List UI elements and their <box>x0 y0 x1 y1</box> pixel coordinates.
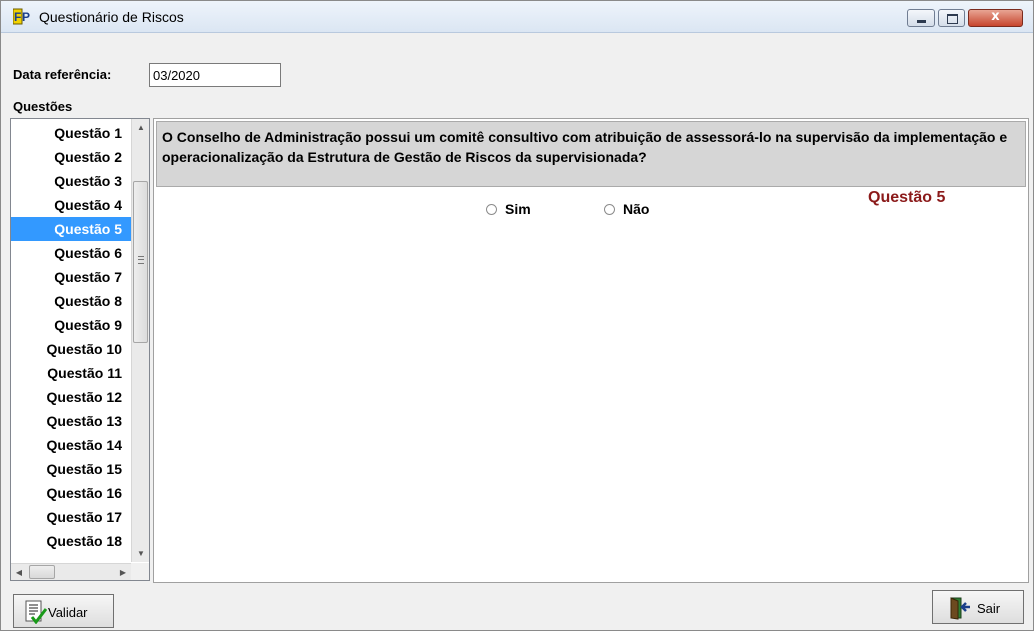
list-item[interactable]: Questão 3 <box>11 169 131 193</box>
date-reference-label: Data referência: <box>13 67 112 82</box>
scroll-right-icon[interactable]: ▶ <box>115 564 131 580</box>
maximize-icon <box>947 14 958 24</box>
close-button[interactable]: x <box>968 9 1023 27</box>
list-item[interactable]: Questão 13 <box>11 409 131 433</box>
scroll-left-icon[interactable]: ◀ <box>11 564 27 580</box>
questions-label: Questões <box>13 99 73 114</box>
minimize-icon <box>917 20 926 23</box>
question-number-label: Questão 5 <box>868 189 946 206</box>
window-title: Questionário de Riscos <box>39 9 184 25</box>
list-item[interactable]: Questão 18 <box>11 529 131 553</box>
list-item[interactable]: Questão 11 <box>11 361 131 385</box>
questionnaire-window: F P Questionário de Riscos x Data referê… <box>0 0 1034 631</box>
list-item[interactable]: Questão 6 <box>11 241 131 265</box>
vertical-scroll-thumb[interactable] <box>133 181 148 343</box>
list-item[interactable]: Questão 4 <box>11 193 131 217</box>
exit-label: Sair <box>977 601 1001 616</box>
list-item[interactable]: Questão 2 <box>11 145 131 169</box>
radio-nao-circle[interactable] <box>604 204 615 215</box>
questions-listbox[interactable]: Questão 1 Questão 2 Questão 3 Questão 4 … <box>10 118 150 581</box>
list-item[interactable]: Questão 17 <box>11 505 131 529</box>
radio-sim-label: Sim <box>505 201 531 217</box>
list-item-selected[interactable]: Questão 5 <box>11 217 131 241</box>
radio-sim-circle[interactable] <box>486 204 497 215</box>
svg-text:P: P <box>22 10 30 24</box>
vertical-scrollbar[interactable]: ▲ ▼ <box>131 119 149 562</box>
validate-label: Validar <box>48 605 88 620</box>
checklist-icon <box>25 600 47 624</box>
list-item[interactable]: Questão 7 <box>11 265 131 289</box>
radio-nao-label: Não <box>623 201 650 217</box>
validate-button[interactable]: Validar <box>13 594 114 628</box>
question-text: O Conselho de Administração possui um co… <box>162 129 1008 165</box>
minimize-button[interactable] <box>907 9 935 27</box>
scroll-up-icon[interactable]: ▲ <box>132 119 149 136</box>
scrollbar-corner <box>131 563 149 580</box>
questions-list: Questão 1 Questão 2 Questão 3 Questão 4 … <box>11 121 131 553</box>
svg-text:F: F <box>14 10 21 24</box>
list-item[interactable]: Questão 14 <box>11 433 131 457</box>
close-icon: x <box>991 9 1000 24</box>
horizontal-scrollbar[interactable]: ◀ ▶ <box>11 563 131 580</box>
scroll-down-icon[interactable]: ▼ <box>132 545 149 562</box>
date-reference-input[interactable] <box>149 63 281 87</box>
title-bar: F P Questionário de Riscos x <box>1 1 1033 33</box>
list-item[interactable]: Questão 1 <box>11 121 131 145</box>
question-panel: O Conselho de Administração possui um co… <box>153 118 1029 583</box>
list-item[interactable]: Questão 16 <box>11 481 131 505</box>
exit-button[interactable]: Sair <box>932 590 1024 624</box>
list-item[interactable]: Questão 9 <box>11 313 131 337</box>
maximize-button[interactable] <box>938 9 965 27</box>
app-logo-icon: F P <box>13 8 30 25</box>
list-item[interactable]: Questão 8 <box>11 289 131 313</box>
question-box: O Conselho de Administração possui um co… <box>156 121 1026 187</box>
list-item[interactable]: Questão 10 <box>11 337 131 361</box>
grip-icon <box>138 256 144 264</box>
exit-door-icon <box>950 597 970 620</box>
radio-nao[interactable]: Não <box>604 201 649 217</box>
list-item[interactable]: Questão 15 <box>11 457 131 481</box>
list-item[interactable]: Questão 12 <box>11 385 131 409</box>
horizontal-scroll-thumb[interactable] <box>29 565 55 579</box>
radio-sim[interactable]: Sim <box>486 201 531 217</box>
